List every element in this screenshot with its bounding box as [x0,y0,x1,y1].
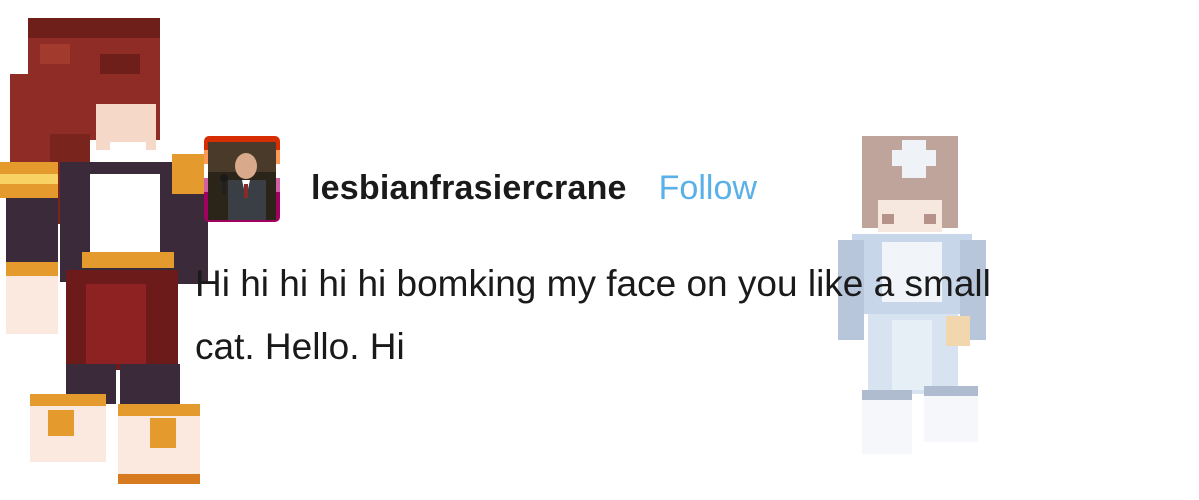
post-body-line-1: Hi hi hi hi hi bomking my face on you li… [195,263,991,304]
username-link[interactable]: lesbianfrasiercrane [311,169,627,208]
avatar[interactable] [204,136,280,222]
follow-button[interactable]: Follow [659,169,757,208]
post-body: Hi hi hi hi hi bomking my face on you li… [195,252,1195,378]
post-header: lesbianfrasiercrane Follow [311,166,757,210]
post-body-line-2: cat. Hello. Hi [195,326,405,367]
left-character-figure [0,14,220,494]
